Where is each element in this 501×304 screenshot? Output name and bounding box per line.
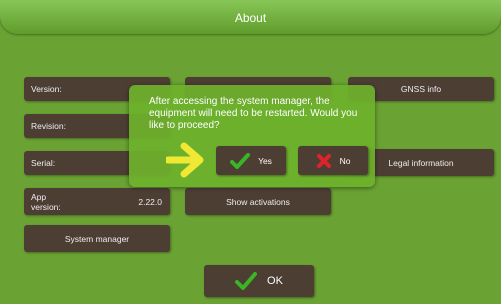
legal-information-label: Legal information [388,157,454,168]
version-label: Version: [31,84,62,94]
app-version-field: App version: 2.22.0 [24,188,170,215]
serial-label: Serial: [31,158,56,168]
show-activations-button[interactable]: Show activations [185,188,331,215]
pointer-arrow-icon [166,142,204,178]
app-version-value: 2.22.0 [138,196,162,207]
system-manager-button[interactable]: System manager [24,225,170,252]
yes-button[interactable]: Yes [216,146,286,175]
dialog-message: After accessing the system manager, the … [149,96,358,131]
check-icon [230,152,251,169]
title-bar: About [0,0,501,34]
ok-button[interactable]: OK [204,265,314,297]
yes-label: Yes [258,155,272,166]
app-version-label: App version: [31,191,61,212]
cross-icon [316,153,331,168]
ok-label: OK [267,275,283,287]
no-button[interactable]: No [298,146,368,175]
system-manager-label: System manager [64,233,130,244]
revision-label: Revision: [31,121,66,131]
window-title: About [234,11,267,25]
show-activations-label: Show activations [226,196,290,207]
check-icon [235,272,258,290]
no-label: No [339,155,351,166]
gnss-info-label: GNSS info [400,84,442,94]
